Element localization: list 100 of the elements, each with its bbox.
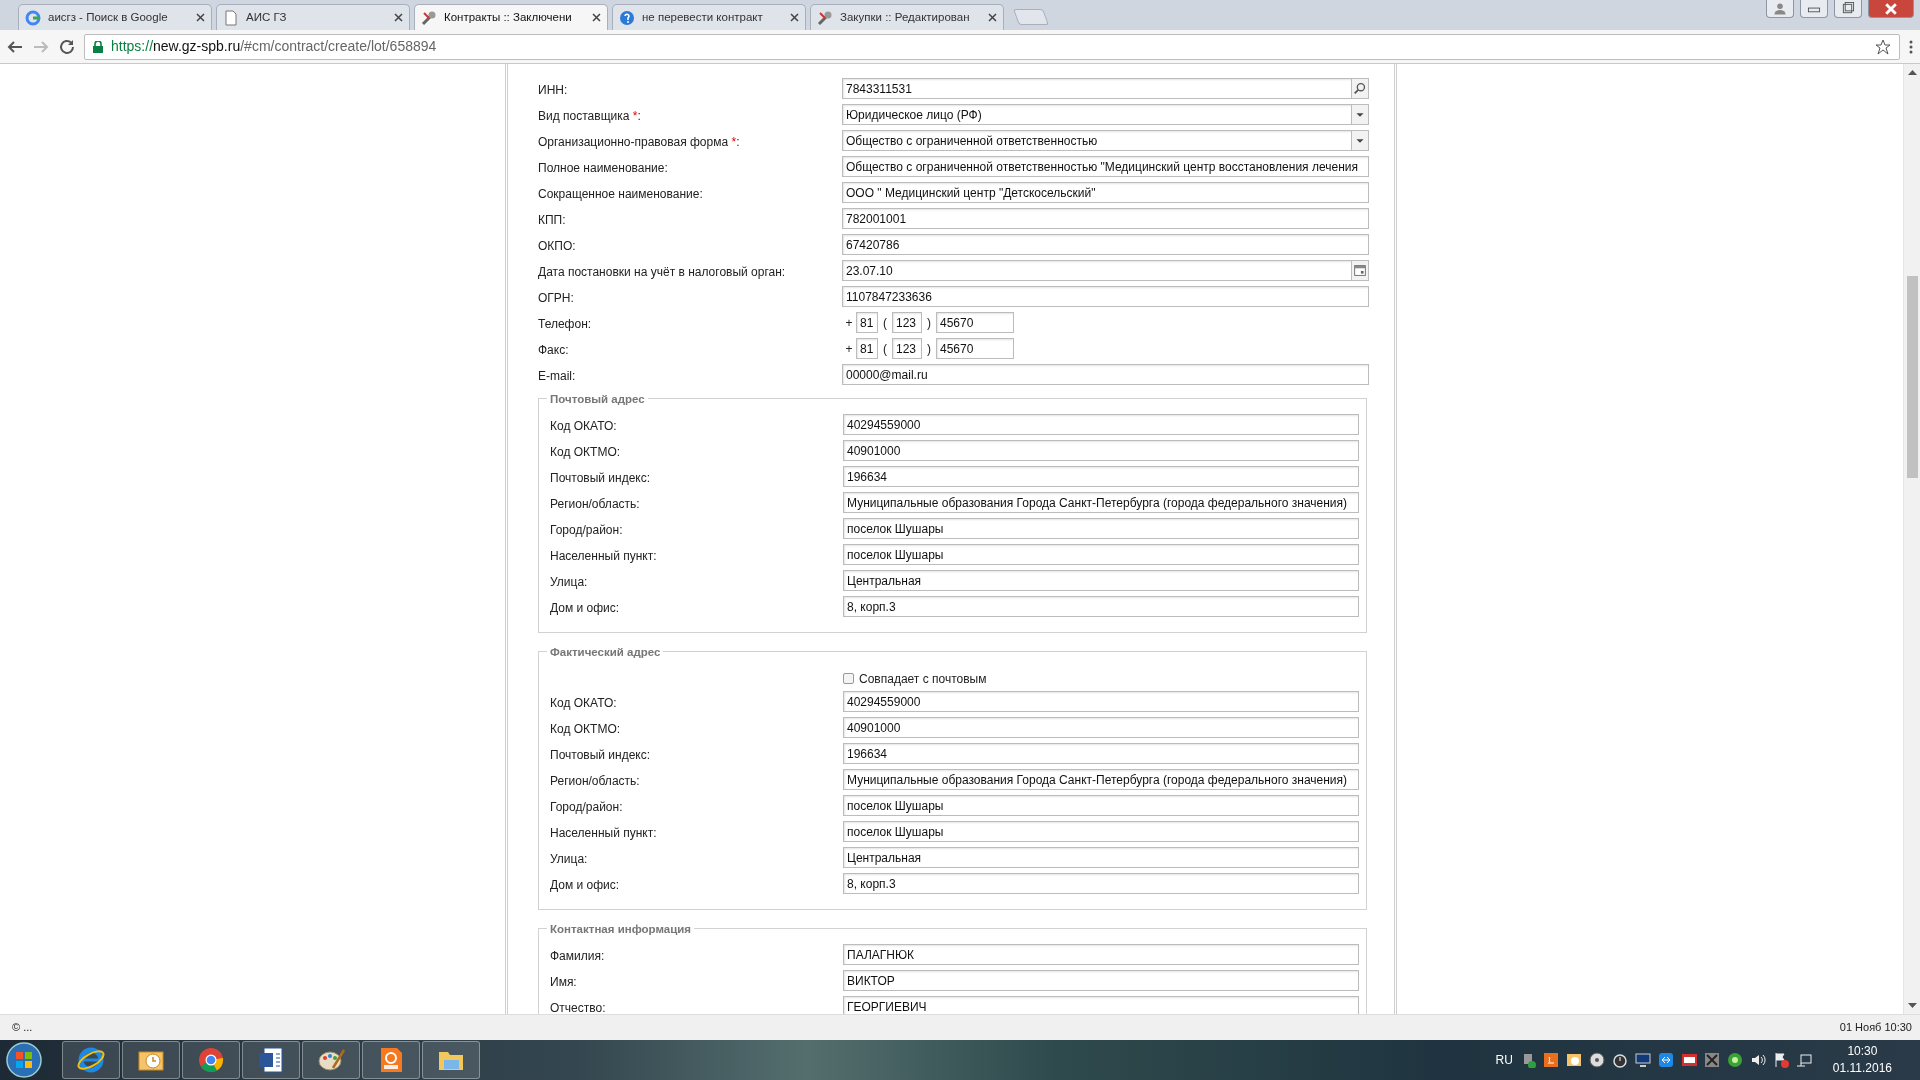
search-field[interactable]: 7843311531 (842, 78, 1351, 99)
input-field[interactable]: 67420786 (842, 234, 1369, 255)
date-field[interactable]: 23.07.10 (842, 260, 1351, 281)
dropdown-field[interactable]: Юридическое лицо (РФ) (842, 104, 1351, 125)
field-label: Код ОКТМО: (550, 721, 622, 738)
field-label: Дата постановки на учёт в налоговый орган: (538, 264, 787, 281)
field-label: Населенный пункт: (550, 548, 658, 565)
field-label: Улица: (550, 851, 589, 868)
browser-tab[interactable]: аисгз - Поиск в Google (18, 4, 212, 30)
close-icon[interactable] (196, 13, 205, 22)
field-label: Регион/область: (550, 496, 641, 513)
input-field[interactable]: 40294559000 (843, 691, 1359, 712)
clock-time[interactable]: 10:30 (1832, 1043, 1892, 1060)
timer-icon[interactable] (1611, 1052, 1628, 1068)
star-icon[interactable] (1875, 38, 1891, 55)
input-field[interactable]: 8, корп.3 (843, 596, 1359, 617)
input-field[interactable]: Муниципальные образования Города Санкт-Петербурга (города федерального значения) (843, 492, 1359, 513)
field-label: Отчество: (550, 1000, 607, 1014)
google-icon (25, 9, 41, 26)
lock-icon (93, 40, 103, 53)
input-field[interactable]: Общество с ограниченной ответственностью "Медицинский центр восстановления лечения (842, 156, 1369, 177)
network-icon[interactable] (1795, 1052, 1812, 1068)
field-label: Город/район: (550, 522, 624, 539)
input-field[interactable]: 40901000 (843, 717, 1359, 738)
input-field[interactable]: Центральная (843, 570, 1359, 591)
chrome-icon[interactable] (197, 1046, 225, 1074)
input-field[interactable]: 782001001 (842, 208, 1369, 229)
input-field[interactable]: поселок Шушары (843, 795, 1359, 816)
browser-tab[interactable]: не перевести контракт (612, 4, 806, 30)
field-label: Сокращенное наименование: (538, 186, 704, 203)
field-label: ОКПО: (538, 238, 577, 255)
phone-bracket: ( (882, 340, 888, 358)
language-indicator[interactable]: RU (1495, 1051, 1513, 1069)
input-field[interactable]: поселок Шушары (843, 821, 1359, 842)
tools-icon (421, 9, 437, 26)
input-field[interactable]: ООО " Медицинский центр "Детскосельский" (842, 182, 1369, 203)
input-field[interactable]: Муниципальные образования Города Санкт-Петербурга (города федерального значения) (843, 769, 1359, 790)
field-label: Дом и офис: (550, 877, 621, 894)
flag-error-icon[interactable] (1772, 1052, 1789, 1068)
reload-icon[interactable] (58, 37, 76, 56)
input-field[interactable]: 8, корп.3 (843, 873, 1359, 894)
field-label: КПП: (538, 212, 567, 229)
tray-app-icon[interactable] (1680, 1052, 1697, 1068)
search-icon[interactable] (1351, 78, 1369, 99)
input-field[interactable]: 40901000 (843, 440, 1359, 461)
disk-icon[interactable] (1588, 1052, 1605, 1068)
input-field[interactable]: ПАЛАГНЮК (843, 944, 1359, 965)
checkbox[interactable] (843, 673, 854, 684)
help-icon (619, 9, 635, 26)
field-label: Регион/область: (550, 773, 641, 790)
input-field[interactable]: 1107847233636 (842, 286, 1369, 307)
close-icon[interactable] (394, 13, 403, 22)
dropdown-field[interactable]: Общество с ограниченной ответственностью (842, 130, 1351, 151)
document-icon[interactable] (257, 1046, 285, 1074)
input-field[interactable]: 123 (892, 312, 922, 333)
checkbox-label[interactable]: Совпадает с почтовым (859, 669, 987, 688)
input-field[interactable]: поселок Шушары (843, 544, 1359, 565)
input-field[interactable]: 45670 (936, 338, 1014, 359)
scrollbar[interactable] (1903, 64, 1920, 1014)
input-field[interactable]: 123 (892, 338, 922, 359)
remote-icon[interactable] (1657, 1052, 1674, 1068)
volume-icon[interactable] (1749, 1052, 1766, 1068)
clock-date[interactable]: 01.11.2016 (1832, 1060, 1892, 1077)
field-label: Город/район: (550, 799, 624, 816)
input-field[interactable]: 81 (856, 338, 878, 359)
input-field[interactable]: поселок Шушары (843, 518, 1359, 539)
scroll-up-icon[interactable] (1907, 69, 1917, 75)
close-icon[interactable] (988, 13, 997, 22)
caret-icon[interactable] (1351, 130, 1369, 151)
input-field[interactable]: 45670 (936, 312, 1014, 333)
input-field[interactable]: Центральная (843, 847, 1359, 868)
field-label: Дом и офис: (550, 600, 621, 617)
input-field[interactable]: 196634 (843, 466, 1359, 487)
start-orb-icon[interactable] (4, 1040, 44, 1080)
close-icon[interactable] (790, 13, 799, 22)
close-icon[interactable] (592, 13, 601, 22)
menu-icon[interactable] (1908, 38, 1914, 55)
ie-icon[interactable] (77, 1046, 105, 1074)
input-field[interactable]: 00000@mail.ru (842, 364, 1369, 385)
browser-tab[interactable]: Закупки :: Редактирован (810, 4, 1004, 30)
scrollbar-thumb[interactable] (1906, 276, 1918, 478)
caret-icon[interactable] (1351, 104, 1369, 125)
input-field[interactable]: 40294559000 (843, 414, 1359, 435)
monitor-icon[interactable] (1634, 1052, 1651, 1068)
url-text: https://new.gz-spb.ru/#cm/contract/create/lot/658894 (111, 37, 437, 56)
browser-tab[interactable]: АИС ГЗ (216, 4, 410, 30)
address-bar[interactable]: https://new.gz-spb.ru/#cm/contract/create/lot/658894 (84, 33, 1900, 60)
input-field[interactable]: ВИКТОР (843, 970, 1359, 991)
calendar-icon[interactable] (1351, 260, 1369, 281)
input-field[interactable]: 81 (856, 312, 878, 333)
browser-tab[interactable]: Контракты :: Заключени (414, 4, 608, 30)
phone-bracket: ) (926, 314, 932, 332)
field-label: Факс: (538, 342, 570, 359)
scroll-down-icon[interactable] (1907, 1003, 1917, 1009)
network-x-icon[interactable] (1703, 1052, 1720, 1068)
input-field[interactable]: 196634 (843, 743, 1359, 764)
field-label: Код ОКТМО: (550, 444, 622, 461)
input-field[interactable]: ГЕОРГИЕВИЧ (843, 996, 1359, 1014)
field-label: Полное наименование: (538, 160, 669, 177)
field-label: Имя: (550, 974, 578, 991)
